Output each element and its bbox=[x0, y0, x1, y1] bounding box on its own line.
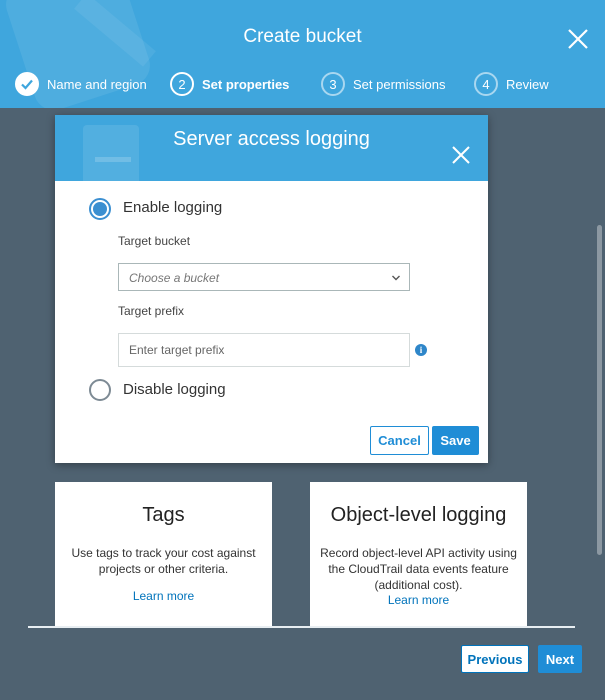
step-label: Review bbox=[506, 76, 549, 92]
card-title: Object-level logging bbox=[330, 504, 507, 526]
card-description: Use tags to track your cost against proj… bbox=[71, 546, 256, 576]
close-icon[interactable] bbox=[451, 145, 471, 165]
checkmark-icon bbox=[15, 72, 39, 96]
tags-card[interactable]: Tags Use tags to track your cost against… bbox=[55, 482, 272, 628]
disable-logging-radio[interactable] bbox=[89, 379, 111, 401]
cancel-button[interactable]: Cancel bbox=[370, 426, 429, 455]
server-access-logging-dialog: Server access logging Enable logging Tar… bbox=[55, 115, 488, 463]
wizard-header: Create bucket Name and region 2 Set prop… bbox=[0, 0, 605, 108]
step-number: 3 bbox=[321, 72, 345, 96]
scrollbar[interactable] bbox=[597, 225, 602, 555]
step-number: 4 bbox=[474, 72, 498, 96]
target-bucket-select[interactable]: Choose a bucket bbox=[118, 263, 410, 291]
learn-more-link[interactable]: Learn more bbox=[310, 593, 527, 607]
step-label: Set properties bbox=[202, 76, 290, 92]
close-icon[interactable] bbox=[565, 26, 591, 52]
select-placeholder: Choose a bucket bbox=[129, 271, 220, 285]
target-bucket-label: Target bucket bbox=[118, 234, 191, 248]
save-button[interactable]: Save bbox=[432, 426, 479, 455]
header-decoration-stripe bbox=[95, 157, 131, 162]
dialog-header: Server access logging bbox=[55, 115, 488, 181]
disable-logging-label[interactable]: Disable logging bbox=[123, 381, 226, 398]
next-button[interactable]: Next bbox=[538, 645, 582, 673]
step-review[interactable]: 4 Review bbox=[474, 71, 549, 97]
target-prefix-input[interactable] bbox=[118, 333, 410, 367]
step-number: 2 bbox=[170, 72, 194, 96]
enable-logging-radio[interactable] bbox=[89, 198, 111, 220]
wizard-title: Create bucket bbox=[243, 26, 362, 47]
step-label: Set permissions bbox=[353, 76, 446, 92]
learn-more-link[interactable]: Learn more bbox=[55, 589, 272, 603]
step-set-permissions[interactable]: 3 Set permissions bbox=[321, 71, 445, 97]
step-label: Name and region bbox=[47, 76, 147, 92]
info-icon[interactable]: i bbox=[415, 344, 427, 356]
footer-divider bbox=[28, 626, 575, 628]
wizard-steps: Name and region 2 Set properties 3 Set p… bbox=[15, 71, 595, 97]
object-level-logging-card[interactable]: Object-level logging Record object-level… bbox=[310, 482, 527, 628]
step-set-properties[interactable]: 2 Set properties bbox=[170, 71, 289, 97]
step-name-and-region[interactable]: Name and region bbox=[15, 71, 147, 97]
target-prefix-label: Target prefix bbox=[118, 304, 185, 318]
chevron-down-icon bbox=[392, 275, 400, 281]
previous-button[interactable]: Previous bbox=[461, 645, 529, 673]
dialog-title: Server access logging bbox=[173, 128, 370, 150]
card-description: Record object-level API activity using t… bbox=[320, 546, 517, 592]
card-title: Tags bbox=[142, 504, 185, 526]
enable-logging-label[interactable]: Enable logging bbox=[123, 199, 222, 216]
